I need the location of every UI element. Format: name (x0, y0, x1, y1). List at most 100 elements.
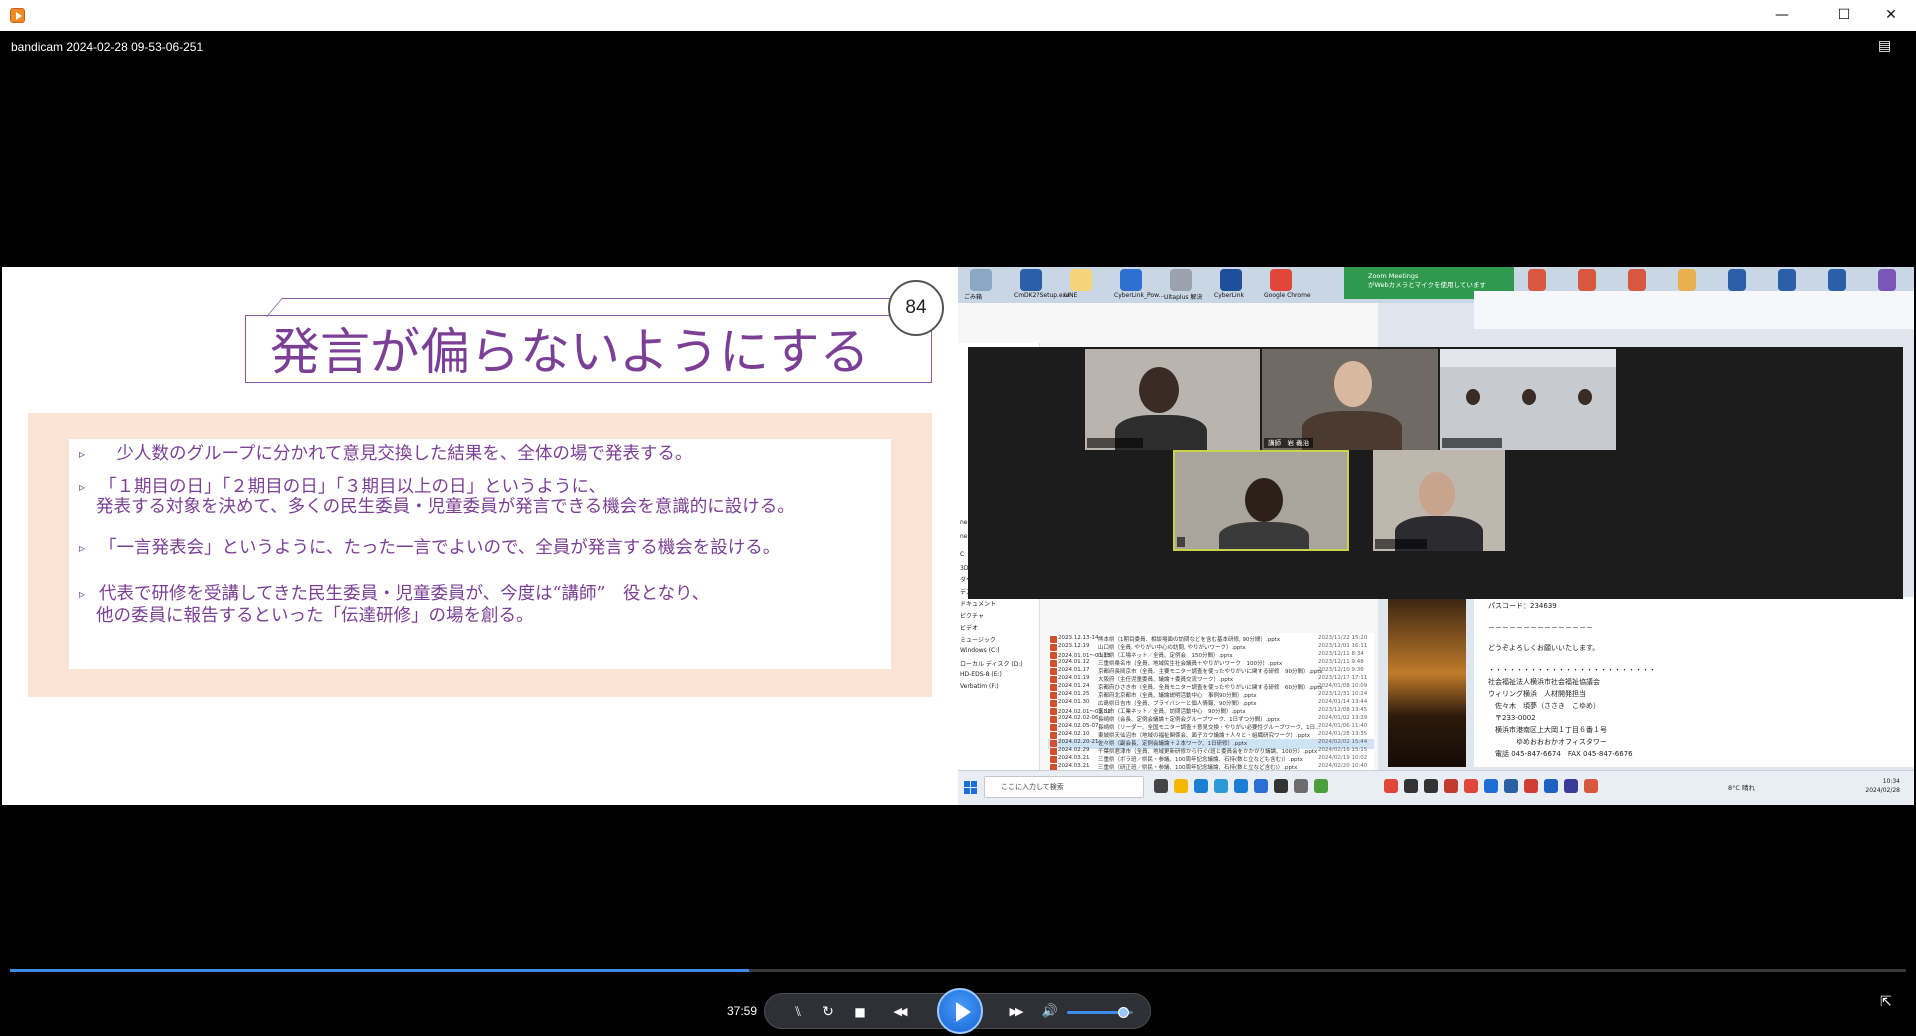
sidebar-item[interactable]: ビデオ (960, 623, 978, 632)
desktop-shortcut-label: CyberLink (1214, 292, 1244, 299)
seek-bar[interactable] (10, 969, 1906, 972)
play-button[interactable] (937, 988, 983, 1034)
stop-button[interactable]: ■ (849, 1001, 871, 1023)
desktop-shortcut-icon[interactable] (1020, 269, 1042, 291)
taskbar-app-icon[interactable] (1504, 779, 1518, 793)
desktop-shortcut-icon[interactable] (1070, 269, 1092, 291)
video-frame[interactable]: 発言が偏らないようにする 84 ▹ 少人数のグループに分かれて意見交換した結果を… (2, 267, 1914, 805)
desktop-file-icon[interactable] (1578, 269, 1596, 291)
participant-name-tag: 講師 岩 義治 (1264, 438, 1314, 448)
desktop-file-icon[interactable] (1778, 269, 1796, 291)
presentation-slide: 発言が偏らないようにする 84 ▹ 少人数のグループに分かれて意見交換した結果を… (2, 267, 958, 805)
file-name: 山口県（全員, やりがい中心の訪問, やりがいワーク）.pptx (1098, 645, 1246, 651)
file-modified: 2024/01/02 13:39 (1318, 715, 1368, 721)
desktop-file-icon[interactable] (1628, 269, 1646, 291)
file-modified: 2023/12/08 13:45 (1318, 707, 1368, 713)
ab-repeat-icon[interactable]: ⑊ (787, 1001, 809, 1023)
volume-icon[interactable]: 🔊 (1039, 1001, 1061, 1023)
file-name: 富山市（工業ネット／全員、訪問活動中心 90分間）.pptx (1098, 709, 1246, 715)
file-date: 2024.01.19 (1058, 675, 1090, 681)
windows-start-icon[interactable] (964, 780, 978, 794)
volume-slider-handle[interactable] (1118, 1007, 1130, 1018)
file-name: 佐々県（副会長、定例会議論＋２本ワーク、1日研修）.pptx (1098, 741, 1248, 747)
taskbar-clock[interactable]: 10:34 2024/02/28 (1865, 777, 1900, 795)
sidebar-item[interactable]: C (960, 551, 964, 558)
fullscreen-icon[interactable]: ⇱ (1880, 994, 1898, 1012)
video-tile (1373, 450, 1505, 551)
taskbar-app-icon[interactable] (1584, 779, 1598, 793)
participant-head (1466, 389, 1480, 405)
sidebar-item[interactable]: ピクチャ (960, 611, 984, 620)
sidebar-item[interactable]: HD-EDS-8 (E:) (960, 671, 1002, 678)
sidebar-item[interactable]: ローカル ディスク (D:) (960, 659, 1023, 668)
file-name: 京都府北京都市（全員、議論説明活動中心 事例90分間）.pptx (1098, 693, 1257, 699)
desktop-file-icon[interactable] (1728, 269, 1746, 291)
desktop-file-icon[interactable] (1678, 269, 1696, 291)
participant-name-tag (1177, 537, 1185, 547)
desktop-shortcut-icon[interactable] (1270, 269, 1292, 291)
desktop-file-icon[interactable] (1828, 269, 1846, 291)
participant-head (1245, 478, 1283, 522)
rewind-button[interactable]: ◀◀ (881, 1001, 917, 1023)
desktop-shortcut-icon[interactable] (970, 269, 992, 291)
taskbar-app-icon[interactable] (1444, 779, 1458, 793)
file-date: 2024.01.25 (1058, 691, 1090, 697)
file-modified: 2023/12/11 8:34 (1318, 651, 1364, 657)
shared-desktop-view: ごみ箱 CmDK2?Setup.exe LINE CyberLink_Pow... Ul… (958, 267, 1914, 805)
taskbar-time: 10:34 (1882, 778, 1900, 785)
file-date: 2024.03.21 (1058, 763, 1090, 769)
desktop-shortcut-icon[interactable] (1120, 269, 1142, 291)
participant-head (1522, 389, 1536, 405)
email-text-line: 電話 045-847-6674 FAX 045-847-6676 (1488, 750, 1633, 758)
taskbar-search-input[interactable]: ここに入力して検索 (984, 776, 1144, 798)
desktop-shortcut-icon[interactable] (1170, 269, 1192, 291)
fast-forward-button[interactable]: ▶▶ (997, 1001, 1033, 1023)
taskbar-app-icon[interactable] (1544, 779, 1558, 793)
taskbar-app-icon[interactable] (1484, 779, 1498, 793)
taskbar-app-icon[interactable] (1464, 779, 1478, 793)
volume-slider[interactable] (1067, 1007, 1133, 1018)
minimize-button[interactable]: — (1759, 0, 1805, 31)
taskbar-app-icon[interactable] (1174, 779, 1188, 793)
powerpoint-file-icon (1050, 724, 1057, 731)
participant-head (1578, 389, 1592, 405)
taskbar-app-icon[interactable] (1294, 779, 1308, 793)
taskbar-app-icon[interactable] (1154, 779, 1168, 793)
sidebar-item[interactable]: ドキュメント (960, 599, 996, 608)
taskbar-weather: 8°C 晴れ (1728, 784, 1755, 792)
desktop-shortcut-label: CmDK2?Setup.exe (1014, 292, 1070, 299)
taskbar-app-icon[interactable] (1314, 779, 1328, 793)
taskbar-app-icon[interactable] (1274, 779, 1288, 793)
taskbar-date: 2024/02/28 (1865, 787, 1900, 794)
email-text-line: 〒233-0002 (1488, 714, 1536, 722)
repeat-icon[interactable]: ↻ (817, 1001, 839, 1023)
maximize-button[interactable]: ☐ (1821, 0, 1867, 31)
file-modified: 2024/01/08 10:09 (1318, 683, 1368, 689)
taskbar-app-icon[interactable] (1254, 779, 1268, 793)
email-text-line: どうぞよろしくお願いいたします。 (1488, 644, 1600, 652)
powerpoint-file-icon (1050, 660, 1057, 667)
taskbar-app-icon[interactable] (1234, 779, 1248, 793)
playlist-icon[interactable]: ▤ (1878, 38, 1896, 54)
sidebar-item[interactable]: ミュージック (960, 635, 996, 644)
desktop-shortcut-icon[interactable] (1220, 269, 1242, 291)
desktop-shortcut-label: LINE (1064, 292, 1078, 299)
bullet-marker-icon: ▹ (79, 480, 86, 494)
file-date: 2024.01.17 (1058, 667, 1090, 673)
sidebar-item[interactable]: Verbatim (F:) (960, 683, 999, 690)
taskbar-app-icon[interactable] (1194, 779, 1208, 793)
taskbar-app-icon[interactable] (1524, 779, 1538, 793)
taskbar-app-icon[interactable] (1564, 779, 1578, 793)
bullet-text: 「１期目の日」「２期目の日」「３期目以上の日」というように、 (99, 477, 606, 497)
desktop-file-icon[interactable] (1878, 269, 1896, 291)
sidebar-item[interactable]: Windows (C:) (960, 647, 1000, 654)
taskbar-app-icon[interactable] (1404, 779, 1418, 793)
close-button[interactable]: ✕ (1868, 0, 1914, 31)
taskbar-app-icon[interactable] (1424, 779, 1438, 793)
email-text-line: ・・・・・・・・・・・・・・・・・・・・・・・・ (1488, 666, 1656, 674)
desktop-shortcut-label: Ultaplus 解決 (1164, 294, 1203, 301)
taskbar-app-icon[interactable] (1384, 779, 1398, 793)
file-modified: 2024/02/20 10:40 (1318, 763, 1368, 769)
desktop-file-icon[interactable] (1528, 269, 1546, 291)
taskbar-app-icon[interactable] (1214, 779, 1228, 793)
